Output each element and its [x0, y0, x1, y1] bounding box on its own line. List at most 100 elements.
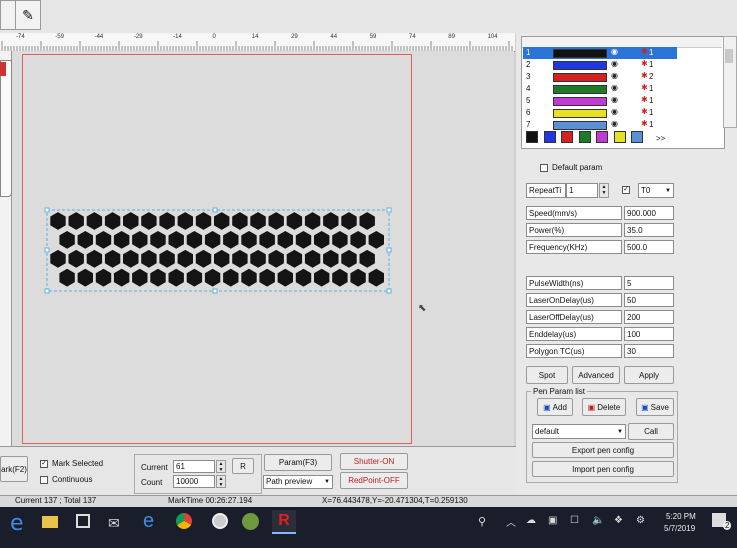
hex-cell [195, 212, 212, 230]
pen-list-scrollbar[interactable] [723, 36, 737, 128]
frequency-input[interactable]: 500.0 [624, 240, 674, 254]
pen-row[interactable]: 5 ◉ ✱ 1 [523, 95, 677, 107]
laser-app-icon[interactable]: R [272, 510, 296, 534]
color-swatch[interactable] [543, 131, 556, 143]
pen-row[interactable]: 7 ◉ ✱ 1 [523, 119, 677, 131]
eye-icon[interactable]: ◉ [611, 47, 618, 56]
pen-row[interactable]: 6 ◉ ✱ 1 [523, 107, 677, 119]
repeat-checkbox[interactable]: ✓ [622, 186, 630, 194]
color-swatch[interactable] [526, 131, 538, 143]
advanced-button[interactable]: Advanced [572, 366, 620, 384]
import-pen-config-button[interactable]: Import pen config [532, 461, 674, 477]
hex-cell [232, 249, 248, 268]
eye-icon[interactable]: ◉ [611, 107, 618, 116]
hex-cell [59, 268, 75, 287]
more-colors-button[interactable]: >> [656, 134, 665, 143]
repeat-stepper[interactable]: ▲ ▼ [599, 183, 609, 198]
current-input[interactable]: 61 [173, 460, 215, 473]
save-pen-button[interactable]: ▣ Save [636, 398, 674, 416]
hex-cell [368, 231, 384, 249]
eye-icon[interactable]: ◉ [611, 119, 618, 128]
status-coordinates: X=76.443478,Y=-20.471304,T=0.259130 [322, 496, 468, 505]
pulse-width-input[interactable]: 5 [624, 276, 674, 290]
taskbar-time[interactable]: 5:20 PM [666, 512, 696, 521]
color-swatch[interactable] [578, 131, 591, 143]
t-select[interactable]: T0 ▼ [638, 183, 674, 198]
hex-cell [223, 268, 239, 287]
hex-cell [223, 231, 239, 249]
toolbar-tool-button[interactable] [0, 0, 16, 30]
mail-icon[interactable]: ✉ [108, 515, 120, 532]
taskbar-date[interactable]: 5/7/2019 [664, 524, 695, 533]
hex-cell [323, 212, 339, 230]
shutter-button[interactable]: Shutter-ON [340, 453, 408, 470]
color-swatch[interactable] [613, 131, 626, 143]
settings-app-icon[interactable] [212, 513, 228, 529]
color-swatch[interactable] [596, 131, 608, 143]
hex-cell [332, 231, 348, 249]
redpoint-button[interactable]: RedPoint-OFF [340, 472, 408, 489]
continuous-checkbox[interactable] [40, 476, 48, 484]
pen-row[interactable]: 1 ◉ ✱ 1 [523, 47, 677, 59]
count-input[interactable]: 10000 [173, 475, 215, 488]
mark-selected-checkbox[interactable]: ✓ [40, 460, 48, 468]
hex-cell [95, 231, 112, 249]
color-swatch[interactable] [561, 131, 573, 143]
pen-row[interactable]: 4 ◉ ✱ 1 [523, 83, 677, 95]
hex-cell [286, 212, 303, 230]
honeycomb-object[interactable] [40, 205, 395, 295]
call-button[interactable]: Call [628, 423, 674, 440]
laser-off-delay-input[interactable]: 200 [624, 310, 674, 324]
eye-icon[interactable]: ◉ [611, 71, 618, 80]
pen-color-bar [553, 73, 607, 82]
select-tool-button[interactable]: ✎ [15, 0, 41, 30]
save-icon: ▣ [641, 402, 649, 412]
speed-input[interactable]: 900.000 [624, 206, 674, 220]
people-icon[interactable]: ⚲ [478, 515, 486, 528]
add-pen-button[interactable]: ▣ Add [537, 398, 573, 416]
hex-cell [132, 268, 148, 287]
count-stepper[interactable]: ▲ ▼ [216, 475, 226, 488]
color-swatch[interactable] [631, 131, 643, 143]
pen-row[interactable]: 2 ◉ ✱ 1 [523, 59, 677, 71]
store-icon[interactable] [76, 514, 90, 528]
green-app-icon[interactable] [242, 513, 259, 530]
repeat-input[interactable]: 1 [566, 183, 598, 198]
end-delay-input[interactable]: 100 [624, 327, 674, 341]
edge-browser-icon[interactable]: e [143, 510, 154, 533]
export-pen-config-button[interactable]: Export pen config [532, 442, 674, 458]
current-stepper[interactable]: ▲ ▼ [216, 460, 226, 473]
dropbox-icon[interactable]: ❖ [614, 515, 623, 526]
pen-row[interactable]: 3 ◉ ✱ 2 [523, 71, 677, 83]
laser-on-delay-input[interactable]: 50 [624, 293, 674, 307]
default-param-checkbox[interactable] [540, 164, 548, 172]
power-input[interactable]: 35.0 [624, 223, 674, 237]
eye-icon[interactable]: ◉ [611, 83, 618, 92]
volume-icon[interactable]: 🔈 [592, 515, 604, 526]
hex-cell [86, 212, 103, 230]
tray-icon-3[interactable]: ☐ [570, 515, 579, 526]
chrome-icon[interactable] [176, 513, 192, 529]
edge-start-icon[interactable]: e [10, 511, 24, 536]
delete-pen-button[interactable]: ▣ Delete [582, 398, 626, 416]
left-panel-red-mark [0, 62, 6, 76]
path-preview-select[interactable]: Path preview ▼ [263, 475, 333, 489]
file-explorer-icon[interactable] [42, 516, 58, 528]
spot-button[interactable]: Spot [526, 366, 568, 384]
hex-cell [250, 249, 266, 268]
apply-button[interactable]: Apply [624, 366, 674, 384]
eye-icon[interactable]: ◉ [611, 59, 618, 68]
tray-icon-2[interactable]: ▣ [548, 515, 557, 526]
eye-icon[interactable]: ◉ [611, 95, 618, 104]
save-label: Save [650, 402, 669, 412]
reset-r-button[interactable]: R [232, 458, 254, 474]
pen-number: 1 [526, 48, 531, 57]
param-button[interactable]: Param(F3) [264, 454, 332, 471]
tray-icon-1[interactable]: ☁ [526, 515, 536, 526]
pen-config-select[interactable]: default ▼ [532, 424, 626, 439]
mark-button[interactable]: ark(F2) [0, 456, 28, 482]
tray-icon-4[interactable]: ⚙ [636, 515, 645, 526]
scroll-thumb[interactable] [725, 49, 733, 63]
tray-expand-icon[interactable]: ︿ [506, 514, 516, 529]
polygon-tc-input[interactable]: 30 [624, 344, 674, 358]
